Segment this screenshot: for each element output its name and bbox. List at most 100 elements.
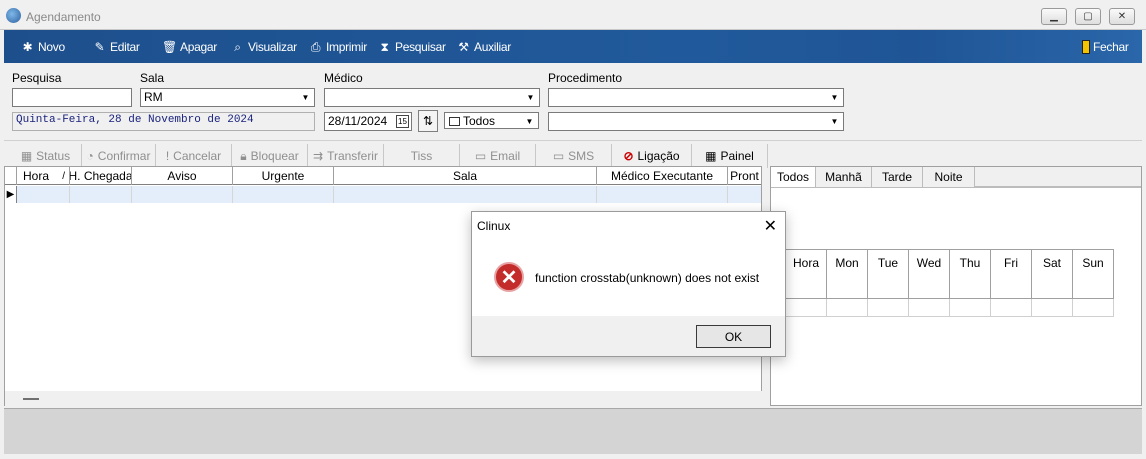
trash-icon: 🗑 bbox=[162, 40, 177, 54]
chevron-down-icon: ▼ bbox=[526, 93, 535, 102]
cell-hora[interactable] bbox=[17, 186, 70, 203]
col-hora[interactable]: Hora / bbox=[17, 167, 70, 185]
confirmar-button[interactable]: ◔ Confirmar bbox=[82, 144, 156, 168]
col-pront[interactable]: Pront bbox=[728, 167, 761, 185]
cell-medico[interactable] bbox=[597, 186, 728, 203]
main-toolbar: ✱ Novo ✎ Editar 🗑 Apagar ⌕ Visualizar ⎙ Impri… bbox=[4, 30, 1142, 63]
novo-button[interactable]: ✱ Novo bbox=[20, 38, 66, 56]
cal-cell[interactable] bbox=[868, 299, 909, 317]
cal-cell[interactable] bbox=[1032, 299, 1073, 317]
cal-col-thu: Thu bbox=[950, 249, 991, 299]
date-value: 28/11/2024 bbox=[328, 114, 388, 128]
cal-col-hora: Hora bbox=[786, 249, 827, 299]
transferir-label: Transferir bbox=[327, 149, 378, 163]
transfer-icon: ⇉ bbox=[313, 149, 324, 163]
fechar-button[interactable]: Fechar bbox=[1082, 38, 1129, 56]
editar-button[interactable]: ✎ Editar bbox=[92, 38, 140, 56]
apagar-label: Apagar bbox=[180, 40, 217, 54]
edit-icon: ✎ bbox=[94, 40, 105, 54]
pesquisa-input[interactable] bbox=[12, 88, 132, 107]
procedimento-select[interactable]: ▼ bbox=[548, 88, 844, 107]
minimize-button[interactable]: ▁ bbox=[1041, 8, 1067, 25]
painel-button[interactable]: ▦ Painel bbox=[692, 144, 768, 168]
cell-pront[interactable] bbox=[728, 186, 761, 203]
tab-tarde[interactable]: Tarde bbox=[872, 167, 923, 187]
tab-todos[interactable]: Todos bbox=[771, 167, 816, 187]
envelope-icon: ▭ bbox=[474, 149, 487, 163]
date-spinner[interactable]: ⇅ bbox=[418, 110, 438, 132]
view-icon: ⌕ bbox=[234, 39, 241, 54]
maximize-icon: ▢ bbox=[1083, 11, 1093, 22]
cancelar-button[interactable]: ! Cancelar bbox=[156, 144, 232, 168]
cell-aviso[interactable] bbox=[132, 186, 233, 203]
pesquisar-button[interactable]: ⧗ Pesquisar bbox=[377, 38, 446, 56]
date-display: Quinta-Feira, 28 de Novembro de 2024 bbox=[12, 112, 315, 131]
imprimir-button[interactable]: ⎙ Imprimir bbox=[308, 38, 367, 56]
filter-form: Pesquisa Sala RM ▼ Médico ▼ Procedimento … bbox=[4, 63, 1142, 138]
ligacao-button[interactable]: ⊘ Ligação bbox=[612, 144, 692, 168]
cal-cell[interactable] bbox=[786, 299, 827, 317]
maximize-button[interactable]: ▢ bbox=[1075, 8, 1101, 25]
phone-icon: ⊘ bbox=[623, 149, 634, 163]
period-select[interactable]: Todos ▼ bbox=[444, 112, 539, 129]
cal-cell[interactable] bbox=[950, 299, 991, 317]
email-label: Email bbox=[490, 149, 521, 163]
col-medico-executante[interactable]: Médico Executante bbox=[597, 167, 728, 185]
dialog-body: ✕ function crosstab(unknown) does not ex… bbox=[472, 239, 785, 316]
cal-cell[interactable] bbox=[1073, 299, 1114, 317]
chevron-down-icon: ▼ bbox=[301, 93, 310, 102]
cal-cell[interactable] bbox=[827, 299, 868, 317]
error-icon: ✕ bbox=[494, 262, 524, 292]
row-pointer-icon: ▶ bbox=[5, 186, 17, 203]
app-icon bbox=[6, 8, 21, 23]
col-h-chegada[interactable]: H. Chegada bbox=[70, 167, 132, 185]
medico-select[interactable]: ▼ bbox=[324, 88, 540, 107]
cancel-icon: ! bbox=[165, 149, 170, 163]
row-indicator-header bbox=[5, 167, 17, 185]
col-sala[interactable]: Sala bbox=[334, 167, 597, 185]
date-picker[interactable]: 28/11/2024 15 bbox=[324, 112, 412, 131]
table-row[interactable]: ▶ bbox=[5, 186, 761, 203]
sms-button[interactable]: ▭ SMS bbox=[536, 144, 612, 168]
procedimento2-select[interactable]: ▼ bbox=[548, 112, 844, 131]
dialog-title: Clinux bbox=[477, 218, 511, 233]
cal-cell[interactable] bbox=[991, 299, 1032, 317]
ok-button[interactable]: OK bbox=[696, 325, 771, 348]
cal-col-sun: Sun bbox=[1073, 249, 1114, 299]
panel-icon: ▦ bbox=[705, 149, 717, 163]
confirm-icon: ◔ bbox=[86, 149, 94, 163]
dialog-close-icon[interactable]: ✕ bbox=[764, 216, 777, 236]
painel-label: Painel bbox=[720, 149, 754, 163]
sala-select[interactable]: RM ▼ bbox=[140, 88, 315, 107]
tab-manha[interactable]: Manhã bbox=[816, 167, 872, 187]
period-panel: Todos Manhã Tarde Noite Hora Mon Tue Wed… bbox=[770, 166, 1142, 406]
close-icon: ✕ bbox=[1117, 11, 1127, 22]
scroll-thumb[interactable] bbox=[23, 398, 39, 400]
minimize-icon: ▁ bbox=[1050, 11, 1058, 22]
cal-col-tue: Tue bbox=[868, 249, 909, 299]
cell-sala[interactable] bbox=[334, 186, 597, 203]
apagar-button[interactable]: 🗑 Apagar bbox=[162, 38, 217, 56]
col-urgente[interactable]: Urgente bbox=[233, 167, 334, 185]
chevron-down-icon: ▼ bbox=[830, 93, 839, 102]
cell-h-chegada[interactable] bbox=[70, 186, 132, 203]
cell-urgente[interactable] bbox=[233, 186, 334, 203]
sala-label: Sala bbox=[140, 71, 165, 85]
status-button[interactable]: ▦ Status bbox=[10, 144, 82, 168]
imprimir-label: Imprimir bbox=[326, 40, 367, 54]
bloquear-button[interactable]: 🔒︎ Bloquear bbox=[232, 144, 308, 168]
tiss-button[interactable]: Tiss bbox=[384, 144, 460, 168]
email-button[interactable]: ▭ Email bbox=[460, 144, 536, 168]
horizontal-scrollbar[interactable] bbox=[5, 391, 763, 407]
spin-arrows-icon: ⇅ bbox=[422, 114, 434, 128]
close-window-button[interactable]: ✕ bbox=[1109, 8, 1135, 25]
confirmar-label: Confirmar bbox=[97, 149, 151, 163]
transferir-button[interactable]: ⇉ Transferir bbox=[308, 144, 384, 168]
tab-noite[interactable]: Noite bbox=[923, 167, 975, 187]
auxiliar-button[interactable]: ⚒ Auxiliar bbox=[456, 38, 511, 56]
cal-cell[interactable] bbox=[909, 299, 950, 317]
visualizar-button[interactable]: ⌕ Visualizar bbox=[230, 38, 297, 56]
col-aviso[interactable]: Aviso bbox=[132, 167, 233, 185]
cal-col-wed: Wed bbox=[909, 249, 950, 299]
dialog-message: function crosstab(unknown) does not exis… bbox=[535, 271, 760, 285]
